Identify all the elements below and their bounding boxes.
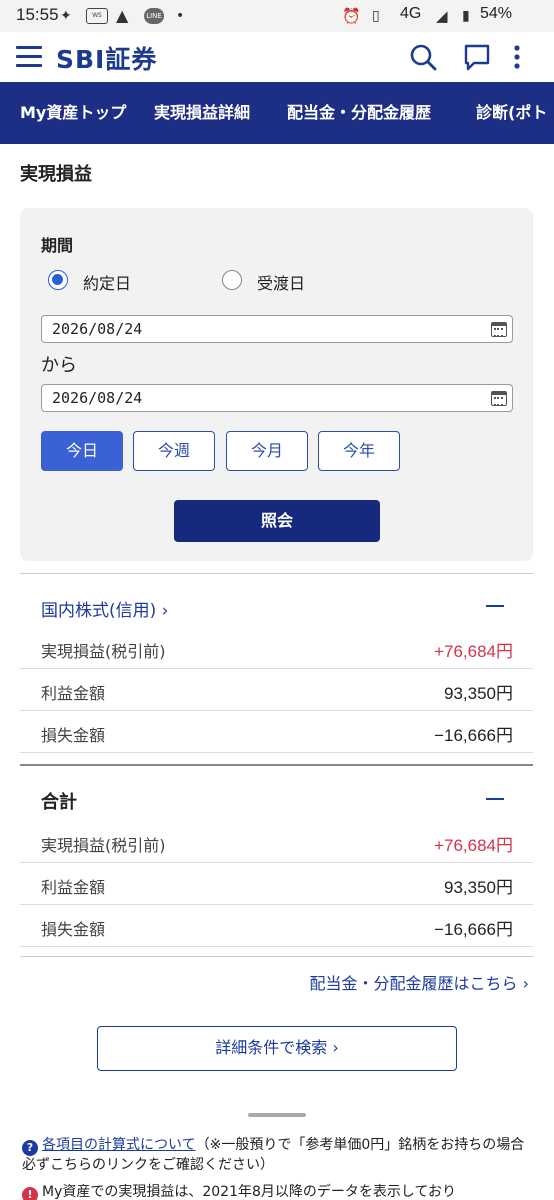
table-row: 実現損益(税引前) +76,684円 [20, 822, 533, 863]
radio-settlement-date-label[interactable]: 受渡日 [257, 270, 305, 294]
to-date-input[interactable]: 2026/08/24 [41, 384, 513, 412]
filter-panel: 期間 約定日 受渡日 2026/08/24 から 2026/08/24 今日 今… [20, 208, 533, 561]
signal-icon: ◢ [436, 7, 448, 25]
inquiry-button[interactable]: 照会 [174, 500, 380, 542]
divider [20, 764, 533, 766]
row-value: −16,666円 [434, 920, 513, 939]
warning-icon: ▲ [116, 6, 129, 25]
calendar-icon[interactable] [491, 391, 507, 406]
more-vertical-icon[interactable] [510, 42, 524, 72]
radio-trade-date[interactable] [48, 270, 68, 290]
app-header: SBI証券 [0, 32, 554, 82]
group-title-domestic-margin[interactable]: 国内株式(信用) › [41, 596, 168, 621]
alert-icon: ! [22, 1187, 38, 1200]
sbi-logo[interactable]: SBI証券 [56, 40, 157, 76]
tab-diagnosis[interactable]: 診断(ポト [476, 82, 547, 144]
table-row: 利益金額 93,350円 [20, 864, 533, 905]
line-app-icon: LINE [144, 8, 164, 24]
westen-icon: WS [86, 8, 108, 24]
search-icon[interactable] [408, 42, 438, 72]
tab-my-assets-top[interactable]: My資産トップ [20, 82, 126, 144]
scroll-handle[interactable] [248, 1113, 306, 1117]
quick-month-button[interactable]: 今月 [226, 431, 308, 471]
status-battery: 54% [480, 5, 513, 22]
formula-note: ? 各項目の計算式について（※一般預りで「参考単価0円」銘柄をお持ちの場合必ずこち… [22, 1136, 532, 1175]
dot-icon: • [176, 8, 185, 24]
collapse-icon[interactable] [486, 605, 504, 607]
divider [20, 573, 533, 574]
table-row: 損失金額 −16,666円 [20, 712, 533, 753]
status-time: 15:55 [16, 5, 59, 24]
row-label: 損失金額 [41, 920, 106, 939]
quick-today-button[interactable]: 今日 [41, 431, 123, 471]
table-row: 損失金額 −16,666円 [20, 906, 533, 947]
divider [20, 956, 533, 957]
nav-tabs: My資産トップ 実現損益詳細 配当金・分配金履歴 診断(ポト [0, 82, 554, 144]
row-value: +76,684円 [434, 836, 513, 855]
period-label: 期間 [41, 236, 74, 255]
row-label: 利益金額 [41, 878, 106, 897]
formula-link[interactable]: 各項目の計算式について [42, 1137, 196, 1153]
battery-icon: ▮ [462, 8, 470, 24]
quick-week-button[interactable]: 今週 [133, 431, 215, 471]
radio-trade-date-label[interactable]: 約定日 [83, 270, 131, 294]
status-bar: 15:55 ✦ WS ▲ LINE • ⏰ ▯ 4G ◢ ▮ 54% [0, 0, 554, 32]
collapse-icon[interactable] [486, 798, 504, 800]
quick-year-button[interactable]: 今年 [318, 431, 400, 471]
row-label: 損失金額 [41, 726, 106, 745]
table-row: 利益金額 93,350円 [20, 670, 533, 711]
group-title-total: 合計 [41, 792, 77, 813]
alarm-icon: ⏰ [342, 7, 361, 25]
row-value: 93,350円 [444, 684, 513, 703]
menu-icon[interactable] [16, 46, 42, 68]
row-label: 実現損益(税引前) [41, 836, 166, 855]
status-network: 4G [400, 5, 422, 22]
row-label: 実現損益(税引前) [41, 642, 166, 661]
to-date-value: 2026/08/24 [52, 389, 143, 407]
row-value: +76,684円 [434, 642, 513, 661]
from-date-value: 2026/08/24 [52, 320, 143, 338]
table-row: 実現損益(税引前) +76,684円 [20, 628, 533, 669]
calendar-icon[interactable] [491, 322, 507, 337]
sparkle-icon: ✦ [60, 8, 72, 24]
row-label: 利益金額 [41, 684, 106, 703]
dividend-history-link[interactable]: 配当金・分配金履歴はこちら › [310, 970, 530, 994]
vibrate-icon: ▯ [372, 8, 380, 24]
row-value: −16,666円 [434, 726, 513, 745]
tab-dividend-history[interactable]: 配当金・分配金履歴 [287, 82, 431, 144]
from-date-input[interactable]: 2026/08/24 [41, 315, 513, 343]
question-icon: ? [22, 1140, 38, 1156]
warning-note: ! My資産での実現損益は、2021年8月以降のデータを表示しており [22, 1183, 532, 1200]
page-title: 実現損益 [20, 164, 92, 185]
chat-icon[interactable] [462, 42, 492, 72]
radio-settlement-date[interactable] [222, 270, 242, 290]
from-label: から [41, 355, 77, 376]
row-value: 93,350円 [444, 878, 513, 897]
warning-note-text: My資産での実現損益は、2021年8月以降のデータを表示しており [42, 1184, 457, 1200]
tab-realized-pl-detail[interactable]: 実現損益詳細 [154, 82, 250, 144]
detail-search-button[interactable]: 詳細条件で検索 › [97, 1026, 457, 1071]
